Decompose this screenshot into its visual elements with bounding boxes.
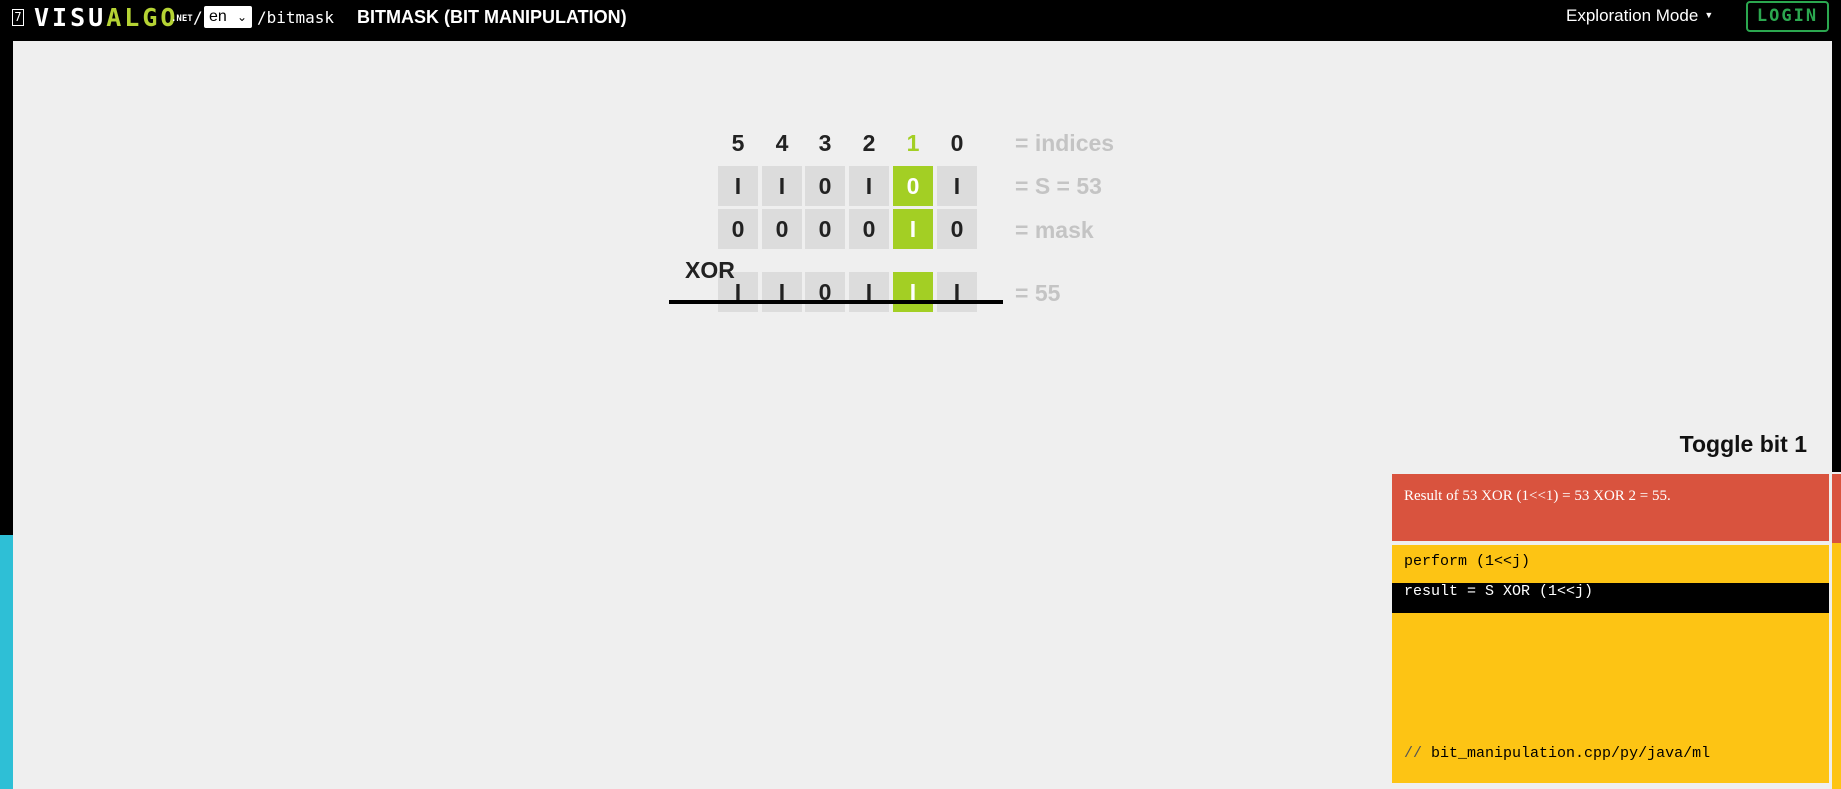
indices-label: = indices <box>1015 130 1115 156</box>
result-bit-3: 0 <box>805 272 845 312</box>
mask-bit-2: 0 <box>849 209 889 249</box>
bit-index-1: 1 <box>906 130 920 156</box>
s-bit-4: I <box>762 166 802 206</box>
result-divider <box>669 300 1003 304</box>
result-bit-4: I <box>762 272 802 312</box>
page-title: BITMASK (BIT MANIPULATION) <box>357 7 627 27</box>
mask-bit-1: I <box>893 209 933 249</box>
code-line-1: perform (1<<j) <box>1404 553 1531 570</box>
mode-label: Exploration Mode <box>1566 6 1699 25</box>
mode-dropdown[interactable]: Exploration Mode ▼ <box>1566 6 1713 26</box>
result-bit-2: I <box>849 272 889 312</box>
source-files: bit_manipulation.cpp/py/java/ml <box>1431 745 1711 762</box>
mask-bit-0: 0 <box>937 209 977 249</box>
visualgo-logo[interactable]: VISUALGO <box>34 3 178 32</box>
pseudocode-panel: perform (1<<j) result = S XOR (1<<j) // … <box>1392 545 1829 783</box>
edge-gap <box>1832 472 1841 474</box>
s-bit-3: 0 <box>805 166 845 206</box>
bit-index-0: 0 <box>950 130 964 156</box>
code-line-2: result = S XOR (1<<j) <box>1392 583 1829 613</box>
result-bit-1: I <box>893 272 933 312</box>
s-value-label: = S = 53 <box>1015 173 1102 199</box>
operator-label: XOR <box>685 257 735 283</box>
language-value: en <box>209 8 227 25</box>
s-bit-2: I <box>849 166 889 206</box>
status-panel: Result of 53 XOR (1<<1) = 53 XOR 2 = 55. <box>1392 474 1829 541</box>
status-edge <box>1832 472 1841 543</box>
s-bit-0: I <box>937 166 977 206</box>
bit-index-4: 4 <box>775 130 789 156</box>
mask-bit-4: 0 <box>762 209 802 249</box>
visualgo-badge-icon[interactable]: 7 <box>12 9 24 26</box>
mask-label: = mask <box>1015 217 1094 243</box>
bit-index-5: 5 <box>731 130 745 156</box>
chevron-down-icon: ⌄ <box>236 10 247 24</box>
language-select[interactable]: en ⌄ <box>204 6 252 28</box>
path-separator: / <box>193 8 203 27</box>
login-button[interactable]: LOGIN <box>1746 1 1829 32</box>
logo-net-suffix: .NET <box>171 14 193 24</box>
page-path[interactable]: /bitmask <box>257 8 334 27</box>
s-bit-1: 0 <box>893 166 933 206</box>
top-navigation-bar: 7 VISUALGO .NET / en ⌄ /bitmask BITMASK … <box>0 0 1841 41</box>
mask-bit-5: 0 <box>718 209 758 249</box>
code-source-link[interactable]: // bit_manipulation.cpp/py/java/ml <box>1404 745 1710 762</box>
operation-title: Toggle bit 1 <box>1679 431 1807 457</box>
logo-part-visu: VISU <box>34 3 107 32</box>
result-bit-0: I <box>937 272 977 312</box>
logo-part-algo: ALGO <box>106 3 179 32</box>
s-bit-5: I <box>718 166 758 206</box>
result-value-label: = 55 <box>1015 280 1061 306</box>
bit-index-2: 2 <box>862 130 876 156</box>
bit-index-3: 3 <box>818 130 832 156</box>
comment-prefix: // <box>1404 745 1423 762</box>
caret-down-icon: ▼ <box>1704 10 1714 20</box>
status-text: Result of 53 XOR (1<<1) = 53 XOR 2 = 55. <box>1404 488 1671 504</box>
mask-bit-3: 0 <box>805 209 845 249</box>
side-panel-tab[interactable] <box>0 535 13 789</box>
